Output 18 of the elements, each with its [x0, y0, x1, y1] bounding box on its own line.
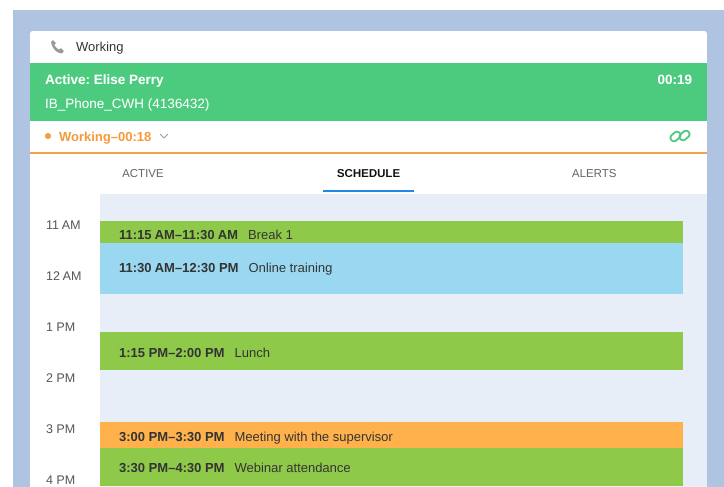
hour-label: 4 PM [46, 472, 76, 487]
call-timer: 00:19 [657, 71, 692, 89]
hour-label: 2 PM [46, 370, 76, 387]
schedule-event[interactable]: 11:15 AM–11:30 AM Break 1 [100, 220, 683, 243]
hour-label: 3 PM [46, 420, 76, 438]
hour-label: 12 AM [46, 268, 82, 285]
schedule-event[interactable]: 1:15 PM–2:00 PM Lunch [100, 332, 683, 370]
hour-label: 1 PM [46, 318, 76, 336]
schedule-event[interactable]: 3:30 PM–4:30 PM Webinar attendance [100, 448, 683, 486]
schedule-event[interactable]: 3:00 PM–3:30 PM Meeting with the supervisor [100, 422, 683, 448]
hour-label: 11 AM [46, 216, 81, 234]
schedule-event[interactable]: 11:30 AM–12:30 PM Online training [100, 242, 683, 294]
phone-icon [50, 39, 66, 55]
caller-name: Active: Elise Perry [45, 71, 165, 89]
status-dot [45, 133, 51, 140]
caret-icon[interactable] [159, 133, 170, 140]
header-title: Working [76, 38, 124, 56]
phone-line: IB_Phone_CWH (4136432) [45, 94, 210, 113]
